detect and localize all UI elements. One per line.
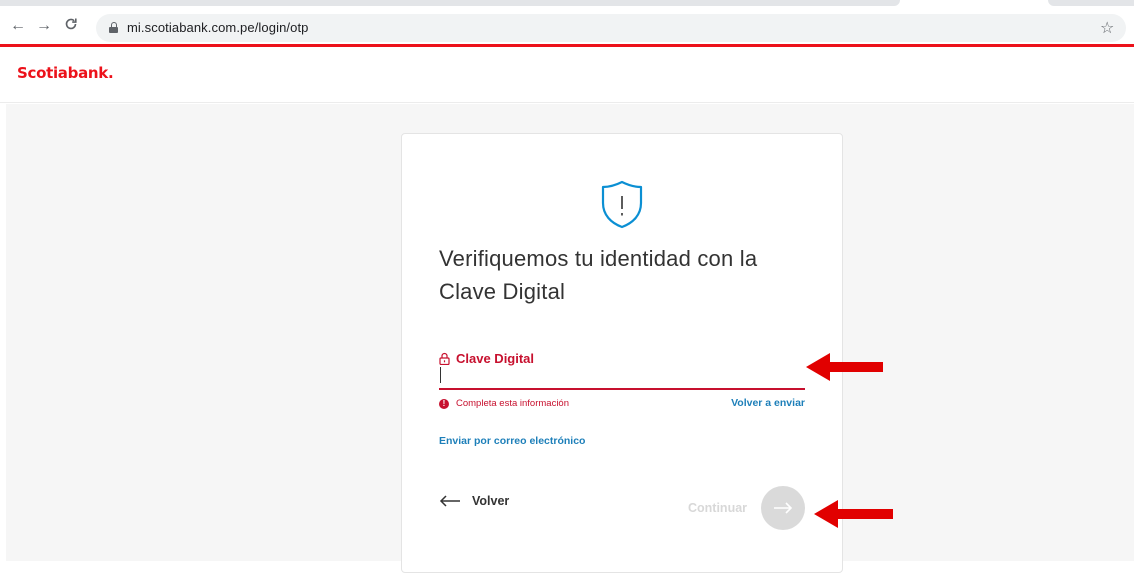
otp-card: Verifiquemos tu identidad con la Clave D… (401, 133, 843, 573)
error-icon: ! (439, 398, 449, 409)
forward-arrow-icon[interactable]: → (35, 17, 53, 35)
annotation-arrow-continue (814, 500, 893, 528)
back-arrow-icon[interactable]: ← (9, 17, 27, 35)
back-button[interactable]: Volver (439, 494, 509, 508)
tab-strip (0, 0, 900, 6)
error-message: ! Completa esta información (439, 398, 569, 409)
browser-chrome: ← → mi.scotiabank.com.pe/login/otp ☆ (0, 0, 1134, 47)
arrow-right-icon (774, 502, 793, 514)
text-caret (440, 367, 441, 383)
star-icon[interactable]: ☆ (1100, 18, 1114, 38)
url-text: mi.scotiabank.com.pe/login/otp (127, 20, 309, 35)
clave-digital-input[interactable] (439, 366, 805, 390)
reload-icon[interactable] (62, 17, 80, 35)
arrow-left-icon (439, 495, 460, 507)
back-label: Volver (472, 494, 510, 508)
shield-alert-icon (601, 180, 643, 229)
continue-button[interactable] (761, 486, 805, 530)
annotation-arrow-field (806, 353, 883, 381)
resend-link[interactable]: Volver a enviar (731, 397, 805, 409)
page-header: Scotiabank. (0, 47, 1134, 103)
send-email-link[interactable]: Enviar por correo electrónico (439, 435, 585, 447)
address-bar[interactable]: mi.scotiabank.com.pe/login/otp ☆ (96, 14, 1126, 42)
scotiabank-logo[interactable]: Scotiabank. (17, 64, 114, 82)
continue-label: Continuar (688, 501, 748, 515)
lock-icon[interactable] (109, 22, 118, 33)
lock-icon (439, 352, 450, 365)
clave-digital-label: Clave Digital (439, 348, 534, 368)
field-label-text: Clave Digital (456, 350, 535, 366)
error-text: Completa esta información (456, 398, 569, 409)
tab-strip-right (1048, 0, 1134, 6)
page-title: Verifiquemos tu identidad con la Clave D… (439, 246, 758, 304)
